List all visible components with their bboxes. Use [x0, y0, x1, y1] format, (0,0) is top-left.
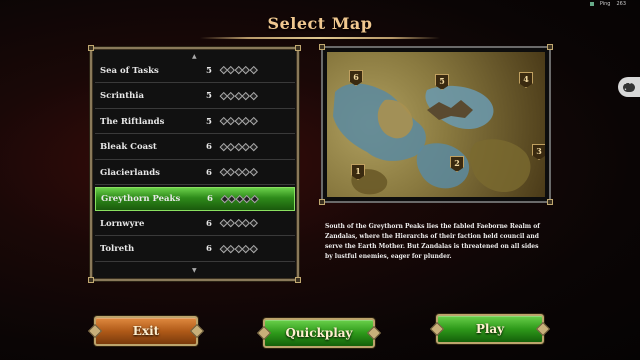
rating-pips: [219, 116, 258, 125]
chat-icon: [623, 81, 635, 93]
play-button[interactable]: Play: [429, 314, 551, 344]
map-row-selected[interactable]: Greythorn Peaks 6: [95, 186, 295, 211]
exit-button[interactable]: Exit: [87, 316, 205, 346]
rating-pips: [219, 218, 258, 227]
map-list[interactable]: ▲ ▼ Sea of Tasks 5 Scrinthia 5 The Riftlands…: [88, 45, 301, 283]
diamond-icon: [226, 116, 235, 125]
map-preview: 6 5 4 1 2 3: [319, 44, 553, 205]
player-count: 5: [206, 91, 212, 101]
map-name: Bleak Coast: [100, 142, 157, 152]
player-count: 6: [207, 193, 213, 204]
player-count: 6: [206, 142, 212, 152]
map-description: South of the Greythorn Peaks lies the fa…: [325, 223, 540, 260]
diamond-icon: [249, 65, 258, 74]
rating-pips: [219, 142, 258, 151]
map-name: The Riftlands: [100, 116, 165, 127]
player-count: 5: [206, 65, 212, 76]
diamond-icon: [249, 218, 258, 227]
player-count: 6: [206, 167, 212, 178]
frame-corner: [88, 277, 94, 283]
rating-pips: [219, 91, 258, 100]
player-count: 6: [206, 244, 212, 254]
frame-corner: [547, 44, 553, 50]
map-row[interactable]: Glacierlands 6: [95, 161, 295, 185]
map-name: Scrinthia: [100, 91, 145, 101]
map-image: 6 5 4 1 2 3: [327, 52, 545, 197]
play-button-label: Play: [475, 322, 505, 336]
signal-icon: [589, 2, 594, 6]
ping-value: 263: [616, 1, 626, 7]
rating-pips: [219, 244, 258, 253]
quickplay-button-label: Quickplay: [285, 326, 353, 340]
exit-button-label: Exit: [132, 324, 160, 338]
diamond-icon: [250, 194, 259, 203]
frame-corner: [547, 199, 553, 205]
frame-corner: [88, 45, 94, 51]
button-cap-left: [256, 325, 272, 341]
frame-corner: [295, 277, 301, 283]
diamond-icon: [249, 116, 258, 125]
diamond-icon: [249, 91, 258, 100]
ping-label: Ping: [599, 1, 611, 7]
button-cap-right: [366, 325, 382, 341]
frame-corner: [295, 45, 301, 51]
rating-pips: [219, 167, 258, 176]
rating-pips: [219, 65, 258, 74]
diamond-icon: [249, 142, 258, 151]
button-cap-right: [535, 321, 551, 337]
chat-bubble-button[interactable]: [618, 77, 640, 97]
map-row[interactable]: Scrinthia 5: [95, 85, 295, 109]
diamond-icon: [249, 244, 258, 253]
diamond-icon: [241, 65, 250, 74]
diamond-icon: [226, 167, 235, 176]
map-name: Tolreth: [100, 244, 135, 254]
frame-corner: [319, 199, 325, 205]
diamond-icon: [226, 218, 235, 227]
rating-pips: [220, 194, 259, 203]
quickplay-button[interactable]: Quickplay: [256, 318, 382, 348]
player-count: 6: [206, 218, 212, 229]
diamond-icon: [241, 218, 250, 227]
map-row[interactable]: Tolreth 6: [95, 238, 295, 262]
map-row[interactable]: Lornwyre 6: [95, 212, 295, 236]
map-name: Greythorn Peaks: [101, 193, 181, 204]
page-title: Select Map: [267, 14, 373, 33]
frame-corner: [319, 44, 325, 50]
map-name: Sea of Tasks: [100, 65, 159, 76]
diamond-icon: [226, 65, 235, 74]
map-name: Lornwyre: [100, 218, 145, 229]
title-underline: [200, 37, 440, 39]
button-cap-left: [429, 321, 445, 337]
diamond-icon: [241, 116, 250, 125]
map-row[interactable]: Bleak Coast 6: [95, 136, 295, 160]
player-count: 5: [206, 116, 212, 127]
diamond-icon: [249, 167, 258, 176]
scroll-down-icon[interactable]: ▼: [192, 268, 200, 274]
diamond-icon: [241, 167, 250, 176]
button-cap-left: [87, 323, 103, 339]
button-cap-right: [189, 323, 205, 339]
ping-indicator: Ping 263: [589, 1, 626, 7]
map-name: Glacierlands: [100, 167, 160, 178]
map-row[interactable]: Sea of Tasks 5: [95, 59, 295, 83]
map-row[interactable]: The Riftlands 5: [95, 110, 295, 134]
